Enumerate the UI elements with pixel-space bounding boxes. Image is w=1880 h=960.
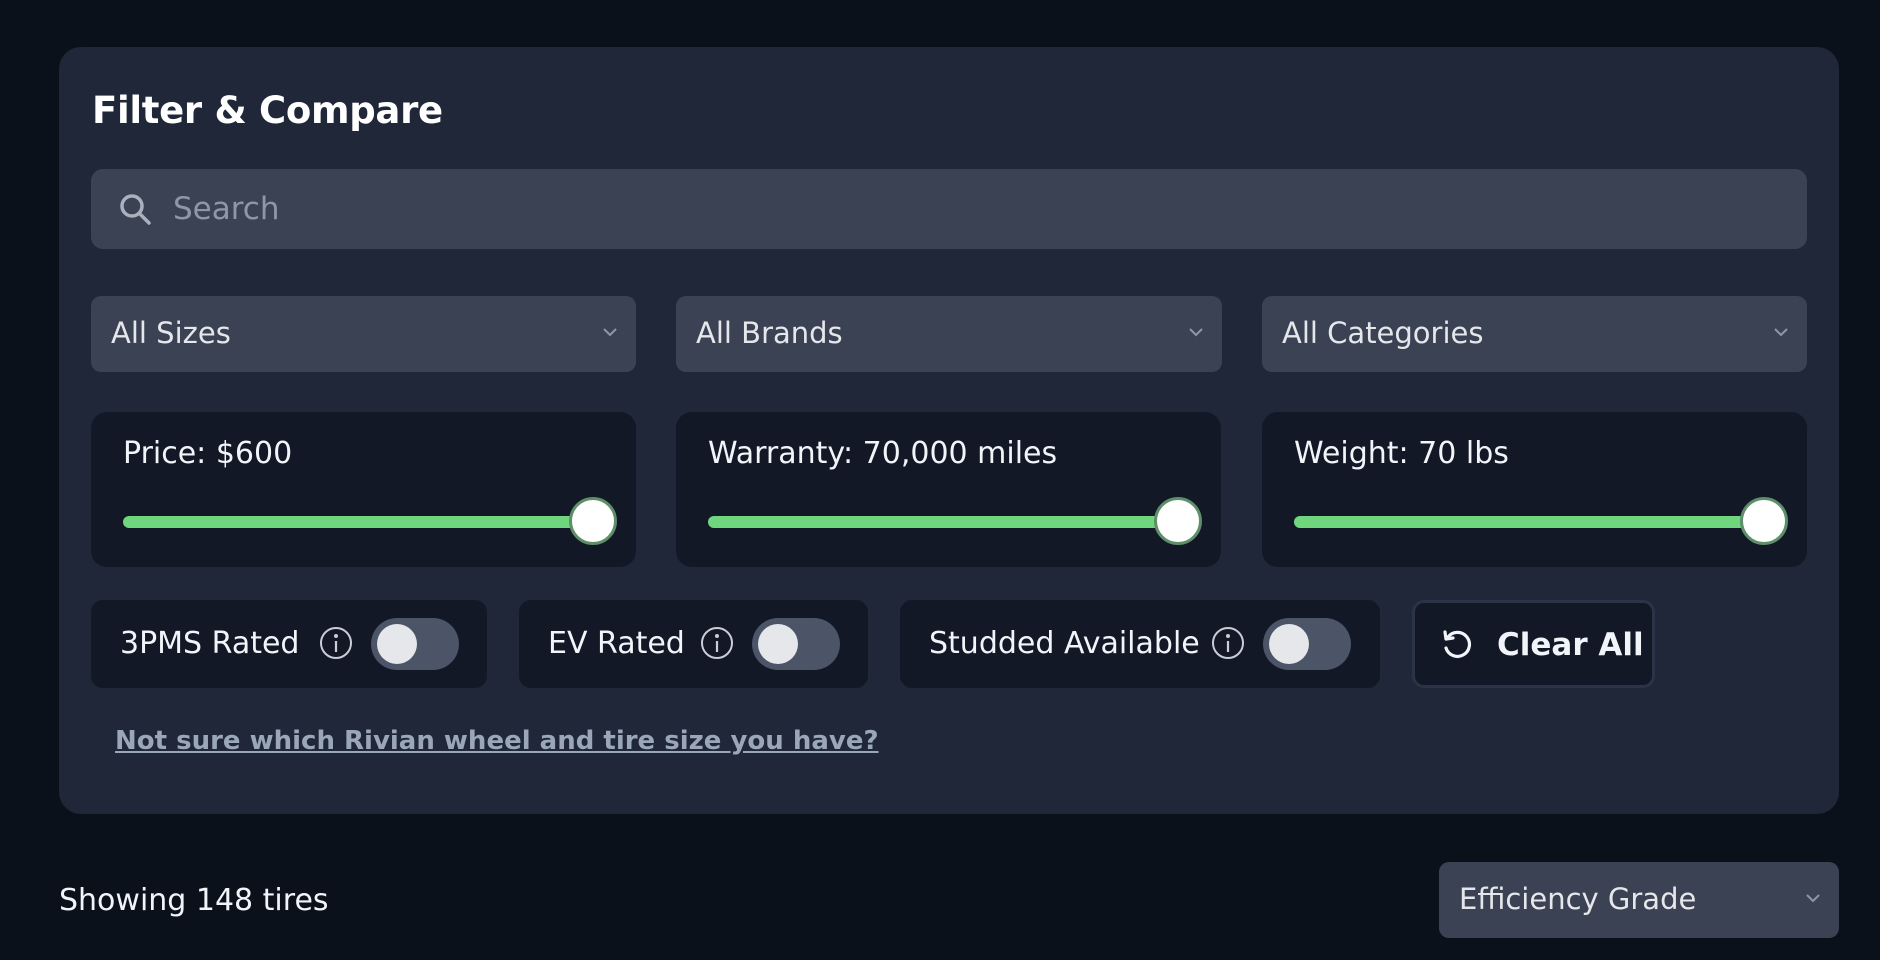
panel-title: Filter & Compare [92, 89, 443, 132]
three-pms-toggle[interactable] [371, 618, 459, 670]
reset-icon [1443, 630, 1472, 658]
chevron-down-icon [1774, 328, 1788, 337]
studded-toggle-card: Studded Available [900, 600, 1380, 688]
sort-select-value: Efficiency Grade [1459, 882, 1697, 916]
filter-panel: Filter & Compare Search All Sizes All Br… [59, 47, 1839, 814]
info-icon[interactable] [1211, 626, 1245, 660]
warranty-slider[interactable] [708, 497, 1202, 545]
toggle-knob [758, 624, 798, 664]
category-select-value: All Categories [1282, 316, 1484, 350]
sort-select[interactable]: Efficiency Grade [1439, 862, 1839, 938]
result-count: Showing 148 tires [59, 883, 329, 918]
price-slider-thumb[interactable] [569, 497, 617, 545]
ev-label: EV Rated [548, 626, 685, 661]
size-select-value: All Sizes [111, 316, 231, 350]
weight-slider-fill [1294, 516, 1764, 528]
info-icon[interactable] [319, 626, 353, 660]
brand-select[interactable]: All Brands [676, 296, 1222, 372]
ev-toggle[interactable] [752, 618, 840, 670]
search-icon [120, 194, 151, 225]
clear-all-button[interactable]: Clear All [1412, 600, 1655, 688]
weight-slider-thumb[interactable] [1740, 497, 1788, 545]
chevron-down-icon [1806, 894, 1820, 903]
clear-all-label: Clear All [1497, 627, 1644, 663]
toggle-knob [377, 624, 417, 664]
category-select[interactable]: All Categories [1262, 296, 1807, 372]
studded-label: Studded Available [929, 626, 1200, 661]
size-select[interactable]: All Sizes [91, 296, 636, 372]
price-slider[interactable] [123, 497, 617, 545]
price-slider-label: Price: $600 [123, 436, 293, 471]
three-pms-label: 3PMS Rated [120, 626, 300, 661]
toggle-knob [1269, 624, 1309, 664]
search-input[interactable]: Search [91, 169, 1807, 249]
brand-select-value: All Brands [696, 316, 843, 350]
weight-slider[interactable] [1294, 497, 1788, 545]
weight-slider-card: Weight: 70 lbs [1262, 412, 1807, 567]
price-slider-card: Price: $600 [91, 412, 636, 567]
warranty-slider-card: Warranty: 70,000 miles [676, 412, 1221, 567]
warranty-slider-thumb[interactable] [1154, 497, 1202, 545]
weight-slider-label: Weight: 70 lbs [1294, 436, 1509, 471]
studded-toggle[interactable] [1263, 618, 1351, 670]
warranty-slider-label: Warranty: 70,000 miles [708, 436, 1058, 471]
tire-size-help-link[interactable]: Not sure which Rivian wheel and tire siz… [115, 726, 879, 756]
warranty-slider-fill [708, 516, 1178, 528]
chevron-down-icon [603, 328, 617, 337]
three-pms-toggle-card: 3PMS Rated [91, 600, 487, 688]
chevron-down-icon [1189, 328, 1203, 337]
info-icon[interactable] [700, 626, 734, 660]
search-placeholder: Search [173, 191, 280, 227]
price-slider-fill [123, 516, 593, 528]
ev-toggle-card: EV Rated [519, 600, 868, 688]
